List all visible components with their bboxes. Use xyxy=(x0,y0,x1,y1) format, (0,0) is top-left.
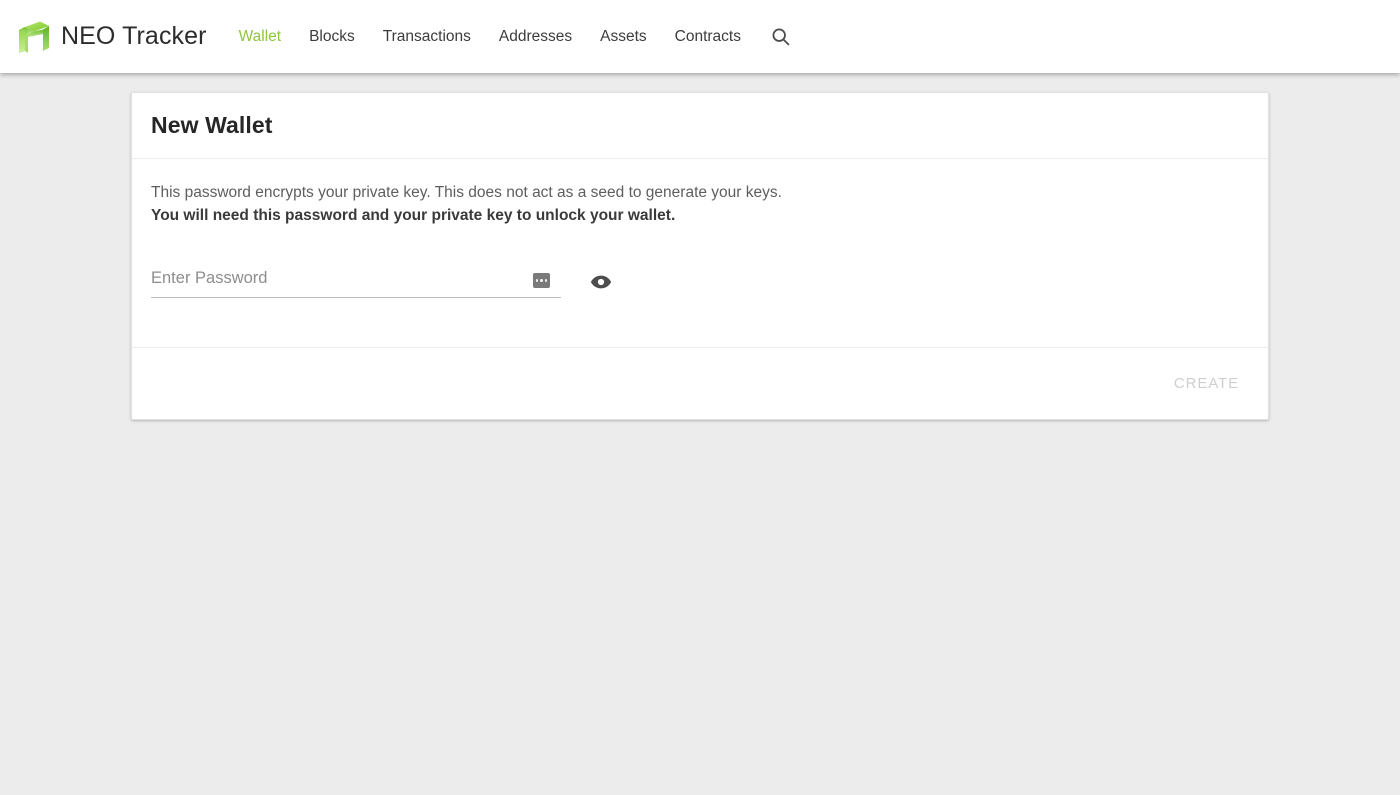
neo-logo-icon xyxy=(18,20,50,54)
nav-item-blocks[interactable]: Blocks xyxy=(309,28,355,46)
nav-item-contracts[interactable]: Contracts xyxy=(675,28,741,46)
page-title: New Wallet xyxy=(151,112,273,138)
site-header: NEO Tracker Wallet Blocks Transactions A… xyxy=(0,0,1400,73)
create-button[interactable]: CREATE xyxy=(1164,367,1249,400)
password-manager-icon[interactable] xyxy=(533,273,550,288)
password-field-row xyxy=(151,264,1249,298)
main-navigation: Wallet Blocks Transactions Addresses Ass… xyxy=(239,0,795,73)
search-icon[interactable] xyxy=(767,23,795,51)
toggle-password-visibility-button[interactable] xyxy=(588,270,614,296)
description-line-2: You will need this password and your pri… xyxy=(151,207,676,224)
nav-item-addresses[interactable]: Addresses xyxy=(499,28,572,46)
nav-item-assets[interactable]: Assets xyxy=(600,28,647,46)
page-content: New Wallet This password encrypts your p… xyxy=(0,73,1400,795)
eye-icon xyxy=(590,271,612,296)
brand-name: NEO Tracker xyxy=(61,22,207,50)
nav-item-transactions[interactable]: Transactions xyxy=(383,28,471,46)
nav-item-wallet[interactable]: Wallet xyxy=(239,28,282,46)
card-header: New Wallet xyxy=(132,93,1268,159)
card-body: This password encrypts your private key.… xyxy=(132,159,1268,347)
new-wallet-card: New Wallet This password encrypts your p… xyxy=(131,92,1269,420)
password-input-wrapper[interactable] xyxy=(151,264,561,298)
card-footer: CREATE xyxy=(132,347,1268,419)
description-line-1: This password encrypts your private key.… xyxy=(151,184,782,201)
password-input[interactable] xyxy=(151,268,561,293)
brand-home-link[interactable]: NEO Tracker xyxy=(18,0,207,73)
